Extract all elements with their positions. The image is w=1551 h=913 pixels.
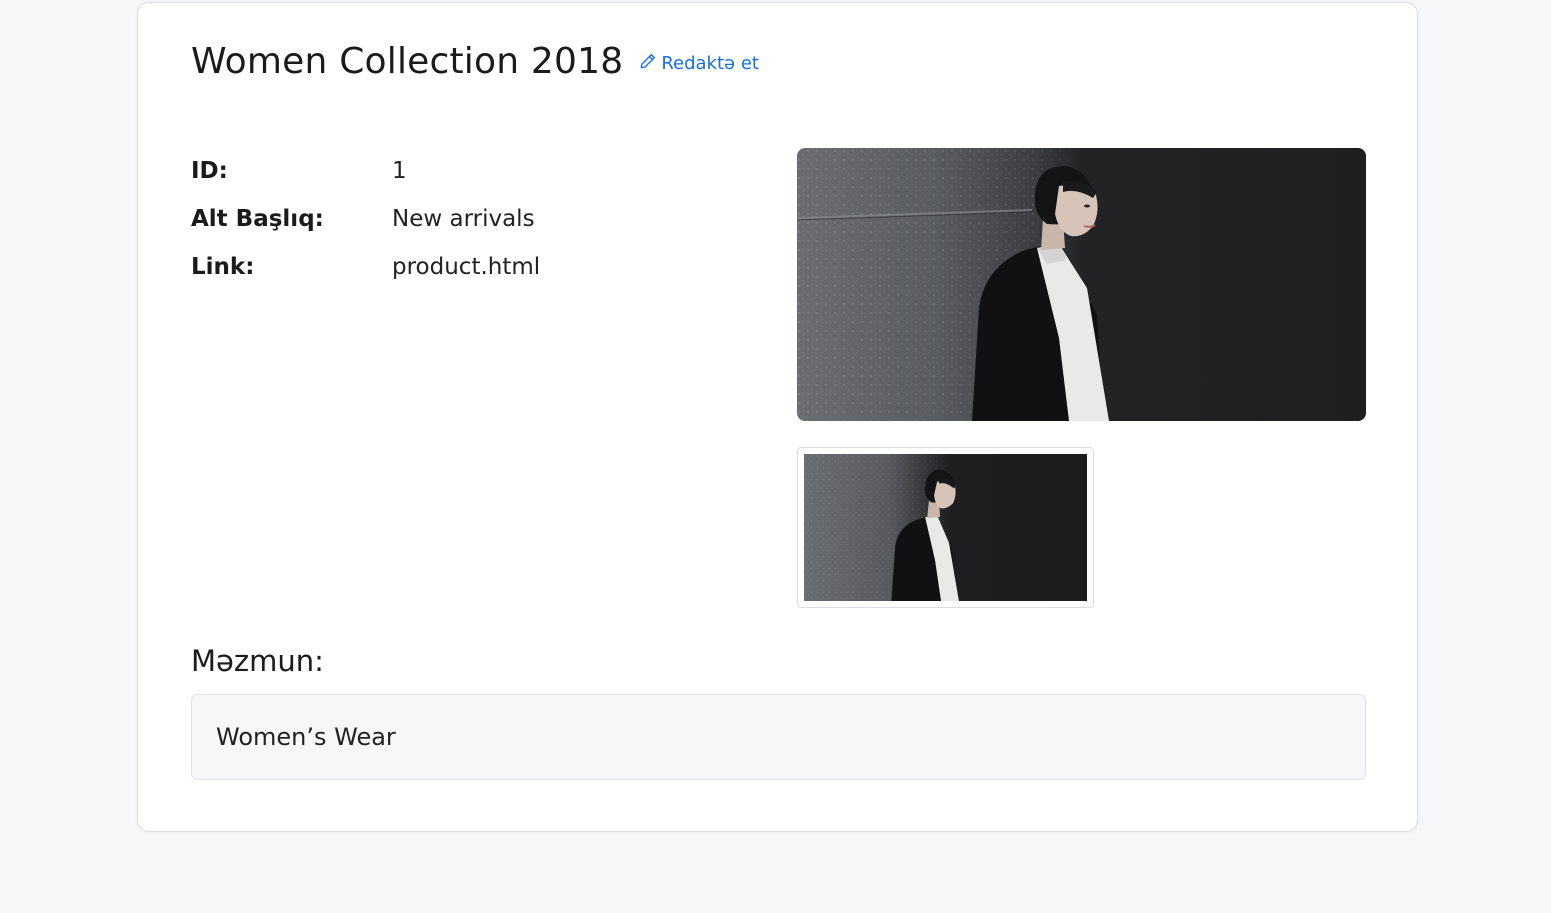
details-list: ID: 1 Alt Başlıq: New arrivals Link: pro… bbox=[191, 147, 540, 291]
edit-button-label: Redaktə et bbox=[661, 53, 759, 74]
detail-card: Women Collection 2018 Redaktə et ID: 1 A… bbox=[137, 2, 1418, 832]
page-header: Women Collection 2018 Redaktə et bbox=[191, 41, 759, 82]
content-body: Women’s Wear bbox=[191, 694, 1366, 780]
detail-label: Alt Başlıq: bbox=[191, 206, 324, 232]
pencil-icon bbox=[639, 52, 657, 75]
detail-row-link: Link: product.html bbox=[191, 243, 540, 291]
detail-value: product.html bbox=[392, 254, 541, 280]
detail-row-id: ID: 1 bbox=[191, 147, 540, 195]
content-text: Women’s Wear bbox=[216, 723, 396, 751]
thumbnail-image bbox=[804, 454, 1087, 601]
detail-row-subtitle: Alt Başlıq: New arrivals bbox=[191, 195, 540, 243]
image-thumbnail[interactable] bbox=[797, 447, 1094, 608]
page-title: Women Collection 2018 bbox=[191, 41, 624, 82]
detail-label: Link: bbox=[191, 254, 255, 280]
detail-label: ID: bbox=[191, 158, 228, 184]
detail-value: New arrivals bbox=[392, 206, 535, 232]
edit-button[interactable]: Redaktə et bbox=[639, 52, 759, 75]
content-heading: Məzmun: bbox=[191, 644, 324, 678]
main-image bbox=[797, 148, 1366, 421]
detail-value: 1 bbox=[392, 158, 407, 184]
